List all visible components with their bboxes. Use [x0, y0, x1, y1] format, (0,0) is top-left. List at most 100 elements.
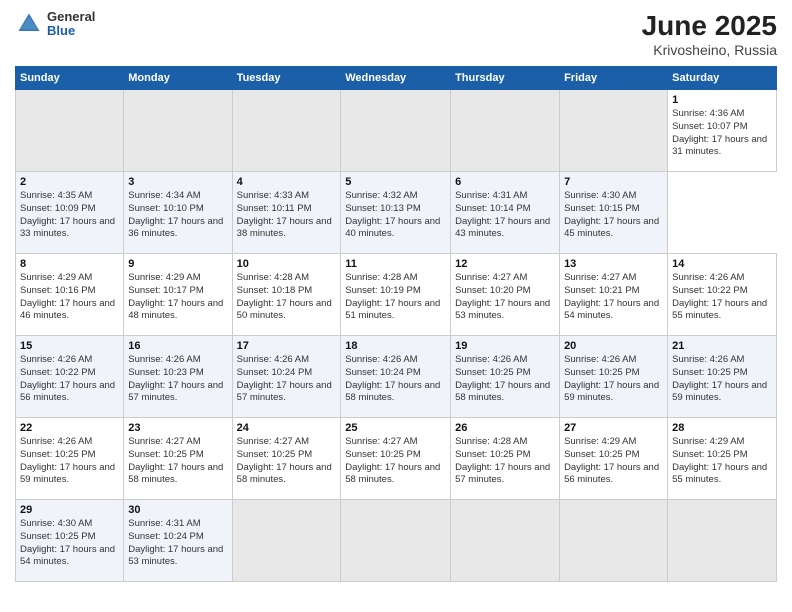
table-cell: 5 Sunrise: 4:32 AMSunset: 10:13 PMDaylig… [341, 172, 451, 254]
day-info: Sunrise: 4:34 AMSunset: 10:10 PMDaylight… [128, 190, 223, 239]
day-info: Sunrise: 4:27 AMSunset: 10:25 PMDaylight… [345, 436, 440, 485]
day-number: 8 [20, 258, 119, 270]
title-location: Krivosheino, Russia [642, 42, 777, 58]
table-cell [341, 90, 451, 172]
table-cell: 24 Sunrise: 4:27 AMSunset: 10:25 PMDayli… [232, 418, 341, 500]
table-cell: 11 Sunrise: 4:28 AMSunset: 10:19 PMDayli… [341, 254, 451, 336]
day-info: Sunrise: 4:29 AMSunset: 10:16 PMDaylight… [20, 272, 115, 321]
col-wednesday: Wednesday [341, 67, 451, 90]
day-number: 10 [237, 258, 337, 270]
day-number: 2 [20, 176, 119, 188]
day-number: 19 [455, 340, 555, 352]
day-info: Sunrise: 4:27 AMSunset: 10:25 PMDaylight… [128, 436, 223, 485]
table-cell [124, 90, 232, 172]
table-cell: 2 Sunrise: 4:35 AMSunset: 10:09 PMDaylig… [16, 172, 124, 254]
day-info: Sunrise: 4:26 AMSunset: 10:25 PMDaylight… [672, 354, 767, 403]
day-info: Sunrise: 4:26 AMSunset: 10:25 PMDaylight… [564, 354, 659, 403]
day-number: 11 [345, 258, 446, 270]
logo-text: General Blue [47, 10, 95, 39]
day-number: 26 [455, 422, 555, 434]
logo-blue: Blue [47, 24, 95, 38]
calendar-header: Sunday Monday Tuesday Wednesday Thursday… [16, 67, 777, 90]
day-number: 22 [20, 422, 119, 434]
table-cell: 20 Sunrise: 4:26 AMSunset: 10:25 PMDayli… [560, 336, 668, 418]
day-number: 12 [455, 258, 555, 270]
col-sunday: Sunday [16, 67, 124, 90]
day-info: Sunrise: 4:26 AMSunset: 10:22 PMDaylight… [20, 354, 115, 403]
table-cell: 23 Sunrise: 4:27 AMSunset: 10:25 PMDayli… [124, 418, 232, 500]
col-tuesday: Tuesday [232, 67, 341, 90]
day-info: Sunrise: 4:26 AMSunset: 10:25 PMDaylight… [20, 436, 115, 485]
table-cell [668, 500, 777, 582]
logo-icon [15, 10, 43, 38]
table-cell [341, 500, 451, 582]
calendar-row: 29 Sunrise: 4:30 AMSunset: 10:25 PMDayli… [16, 500, 777, 582]
col-monday: Monday [124, 67, 232, 90]
table-cell [232, 500, 341, 582]
day-info: Sunrise: 4:31 AMSunset: 10:14 PMDaylight… [455, 190, 550, 239]
day-number: 28 [672, 422, 772, 434]
day-info: Sunrise: 4:32 AMSunset: 10:13 PMDaylight… [345, 190, 440, 239]
day-info: Sunrise: 4:30 AMSunset: 10:25 PMDaylight… [20, 518, 115, 567]
table-cell: 22 Sunrise: 4:26 AMSunset: 10:25 PMDayli… [16, 418, 124, 500]
header-row: Sunday Monday Tuesday Wednesday Thursday… [16, 67, 777, 90]
calendar-row: 15 Sunrise: 4:26 AMSunset: 10:22 PMDayli… [16, 336, 777, 418]
table-cell: 9 Sunrise: 4:29 AMSunset: 10:17 PMDaylig… [124, 254, 232, 336]
title-block: June 2025 Krivosheino, Russia [642, 10, 777, 58]
day-info: Sunrise: 4:28 AMSunset: 10:25 PMDaylight… [455, 436, 550, 485]
day-number: 9 [128, 258, 227, 270]
col-saturday: Saturday [668, 67, 777, 90]
day-info: Sunrise: 4:26 AMSunset: 10:22 PMDaylight… [672, 272, 767, 321]
table-cell: 16 Sunrise: 4:26 AMSunset: 10:23 PMDayli… [124, 336, 232, 418]
day-info: Sunrise: 4:27 AMSunset: 10:25 PMDaylight… [237, 436, 332, 485]
calendar-body: 1 Sunrise: 4:36 AMSunset: 10:07 PMDaylig… [16, 90, 777, 582]
day-info: Sunrise: 4:28 AMSunset: 10:18 PMDaylight… [237, 272, 332, 321]
day-info: Sunrise: 4:36 AMSunset: 10:07 PMDaylight… [672, 108, 767, 157]
table-cell: 4 Sunrise: 4:33 AMSunset: 10:11 PMDaylig… [232, 172, 341, 254]
day-info: Sunrise: 4:26 AMSunset: 10:23 PMDaylight… [128, 354, 223, 403]
calendar-row: 1 Sunrise: 4:36 AMSunset: 10:07 PMDaylig… [16, 90, 777, 172]
day-number: 21 [672, 340, 772, 352]
day-number: 13 [564, 258, 663, 270]
table-cell: 1 Sunrise: 4:36 AMSunset: 10:07 PMDaylig… [668, 90, 777, 172]
calendar-row: 22 Sunrise: 4:26 AMSunset: 10:25 PMDayli… [16, 418, 777, 500]
day-info: Sunrise: 4:29 AMSunset: 10:25 PMDaylight… [672, 436, 767, 485]
table-cell: 17 Sunrise: 4:26 AMSunset: 10:24 PMDayli… [232, 336, 341, 418]
day-number: 23 [128, 422, 227, 434]
table-cell [16, 90, 124, 172]
title-month: June 2025 [642, 10, 777, 42]
table-cell: 26 Sunrise: 4:28 AMSunset: 10:25 PMDayli… [451, 418, 560, 500]
day-info: Sunrise: 4:27 AMSunset: 10:20 PMDaylight… [455, 272, 550, 321]
table-cell: 25 Sunrise: 4:27 AMSunset: 10:25 PMDayli… [341, 418, 451, 500]
table-cell [232, 90, 341, 172]
table-cell: 21 Sunrise: 4:26 AMSunset: 10:25 PMDayli… [668, 336, 777, 418]
day-number: 6 [455, 176, 555, 188]
table-cell [560, 500, 668, 582]
day-number: 29 [20, 504, 119, 516]
day-info: Sunrise: 4:35 AMSunset: 10:09 PMDaylight… [20, 190, 115, 239]
day-number: 4 [237, 176, 337, 188]
table-cell: 12 Sunrise: 4:27 AMSunset: 10:20 PMDayli… [451, 254, 560, 336]
table-cell: 7 Sunrise: 4:30 AMSunset: 10:15 PMDaylig… [560, 172, 668, 254]
day-info: Sunrise: 4:26 AMSunset: 10:24 PMDaylight… [237, 354, 332, 403]
table-cell: 13 Sunrise: 4:27 AMSunset: 10:21 PMDayli… [560, 254, 668, 336]
logo-general: General [47, 10, 95, 24]
day-number: 16 [128, 340, 227, 352]
table-cell: 14 Sunrise: 4:26 AMSunset: 10:22 PMDayli… [668, 254, 777, 336]
table-cell: 10 Sunrise: 4:28 AMSunset: 10:18 PMDayli… [232, 254, 341, 336]
logo: General Blue [15, 10, 95, 39]
table-cell [451, 90, 560, 172]
table-cell: 28 Sunrise: 4:29 AMSunset: 10:25 PMDayli… [668, 418, 777, 500]
calendar-row: 8 Sunrise: 4:29 AMSunset: 10:16 PMDaylig… [16, 254, 777, 336]
day-number: 3 [128, 176, 227, 188]
day-number: 1 [672, 94, 772, 106]
day-number: 24 [237, 422, 337, 434]
table-cell: 18 Sunrise: 4:26 AMSunset: 10:24 PMDayli… [341, 336, 451, 418]
day-info: Sunrise: 4:33 AMSunset: 10:11 PMDaylight… [237, 190, 332, 239]
day-number: 25 [345, 422, 446, 434]
day-number: 17 [237, 340, 337, 352]
day-number: 27 [564, 422, 663, 434]
day-number: 15 [20, 340, 119, 352]
day-info: Sunrise: 4:29 AMSunset: 10:25 PMDaylight… [564, 436, 659, 485]
col-friday: Friday [560, 67, 668, 90]
